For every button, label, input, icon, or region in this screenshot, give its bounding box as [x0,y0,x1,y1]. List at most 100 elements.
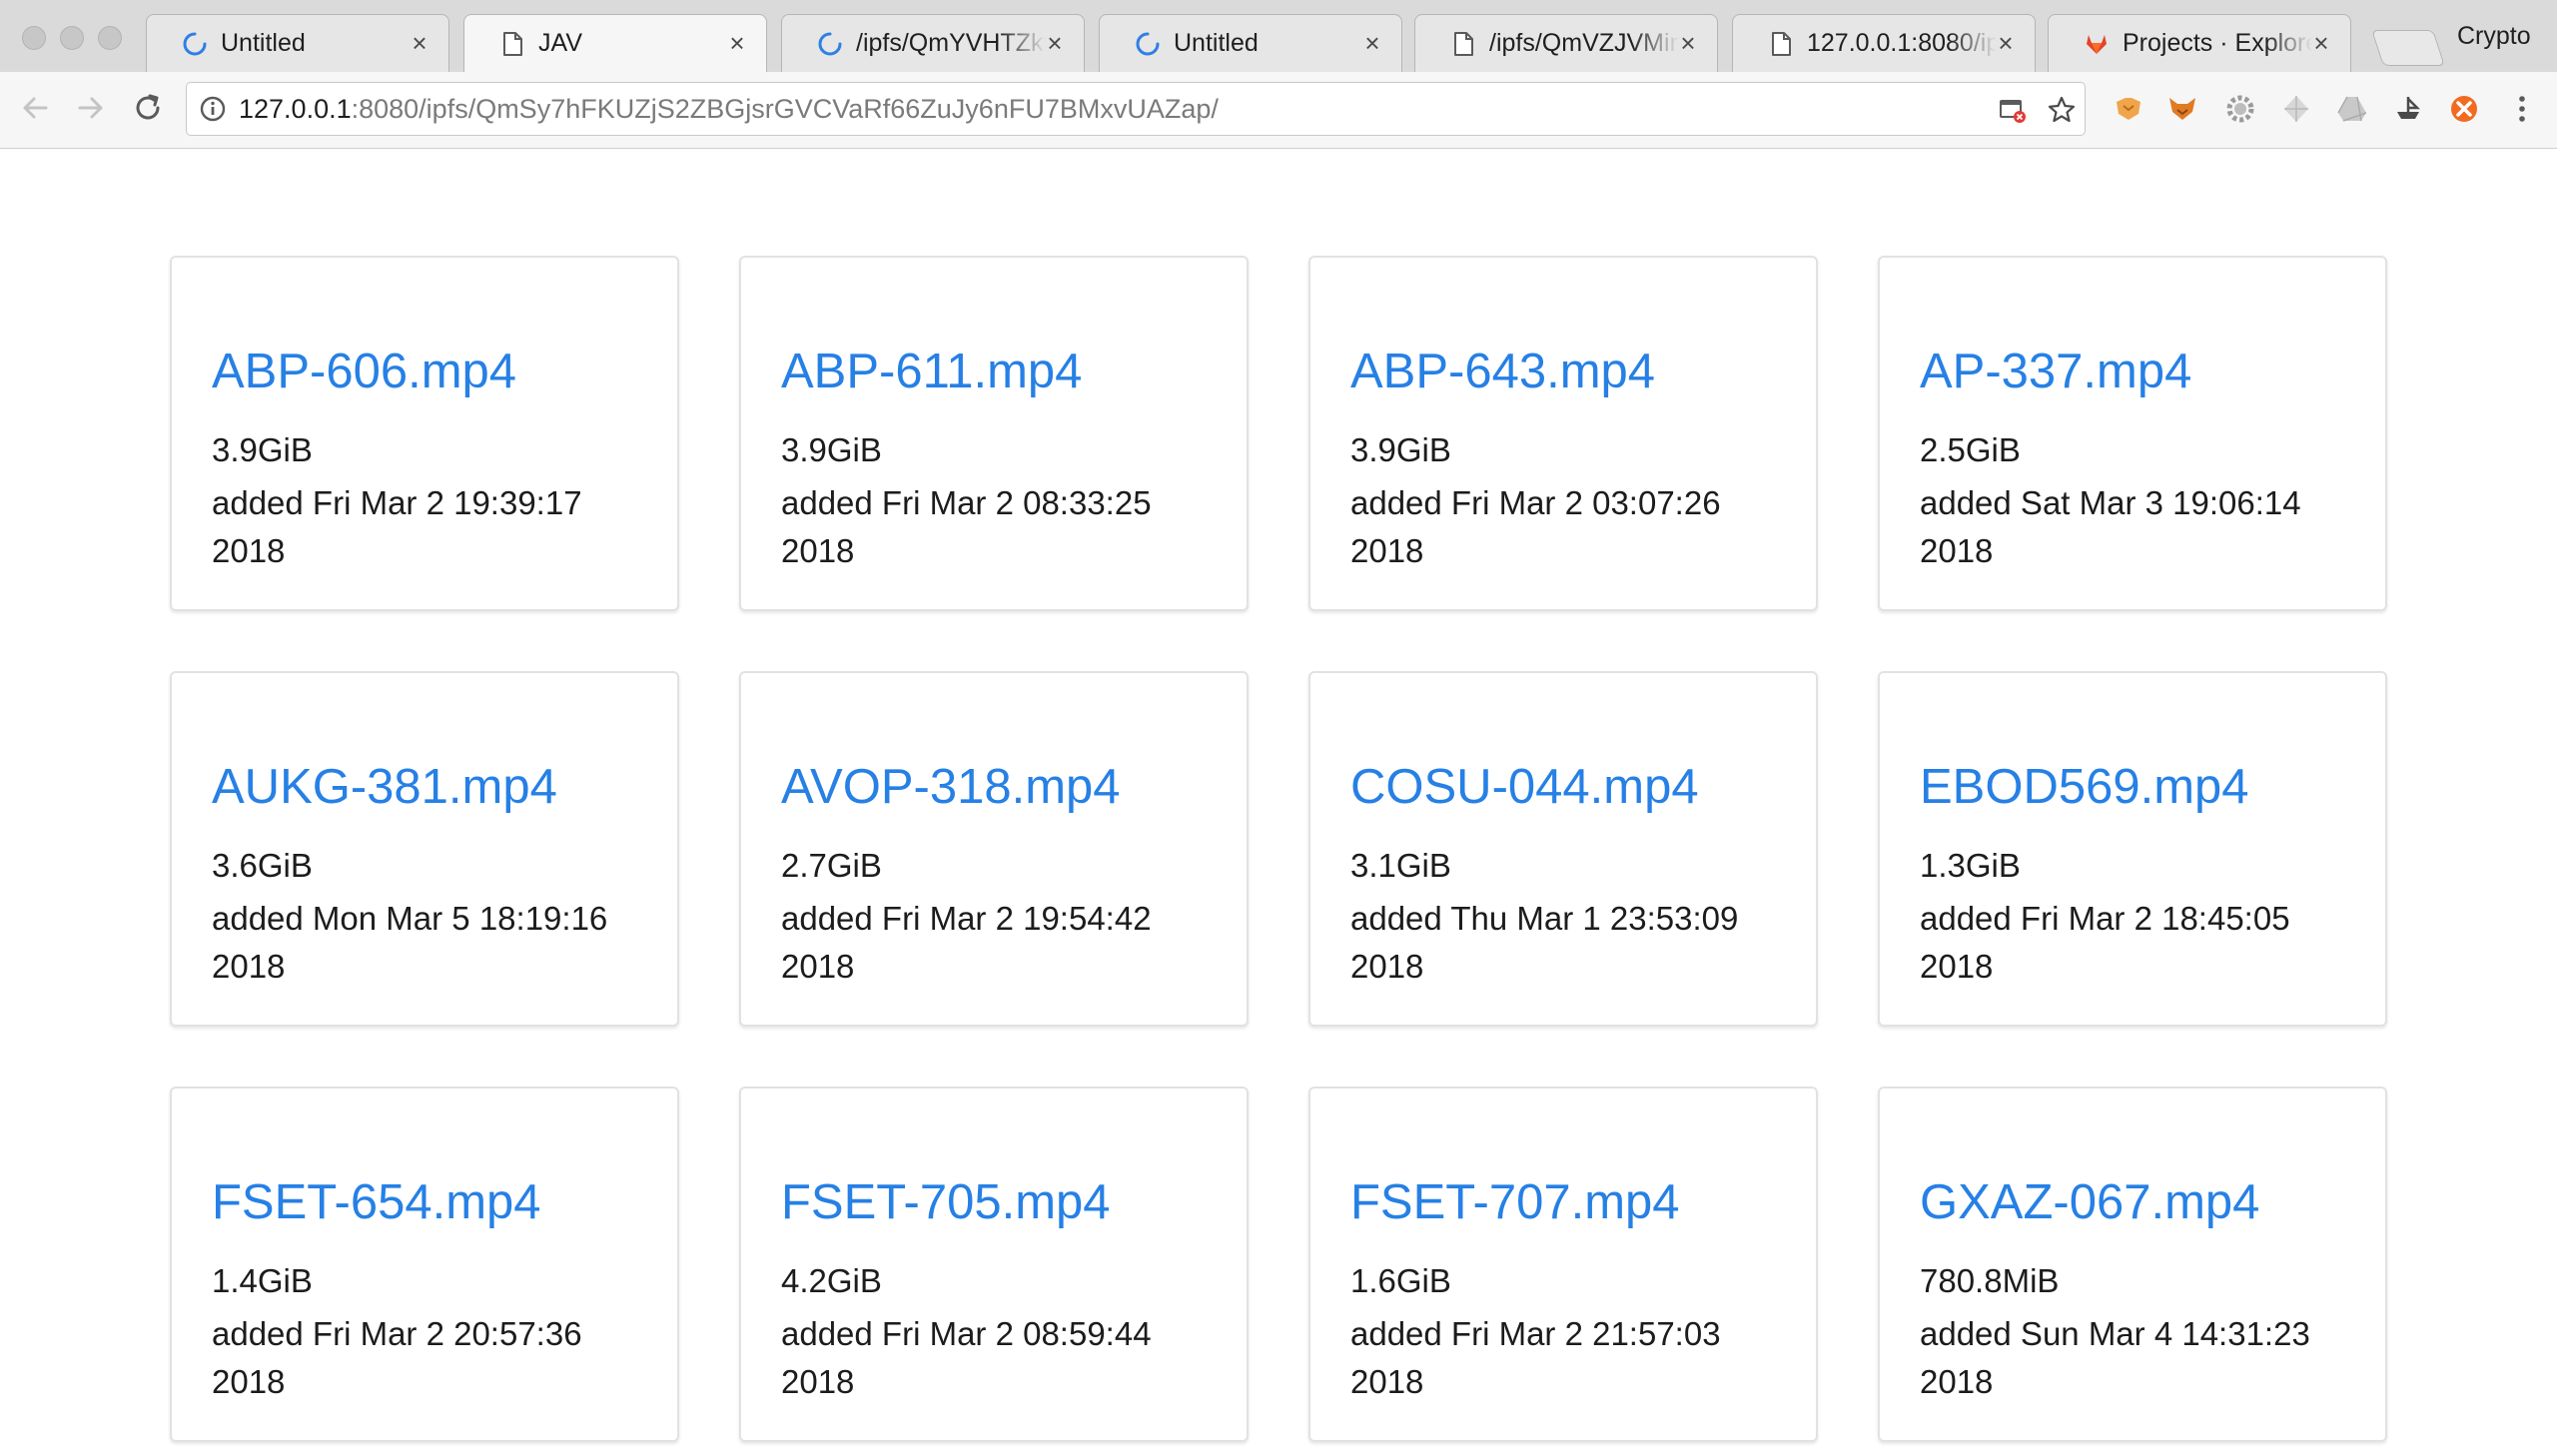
info-icon[interactable] [199,95,227,123]
file-added-date: added Fri Mar 2 18:45:05 2018 [1920,900,2290,985]
tab-close-icon[interactable]: × [1359,29,1385,57]
file-added-date: added Thu Mar 1 23:53:09 2018 [1350,900,1739,985]
file-added-date: added Sat Mar 3 19:06:14 2018 [1920,484,2301,569]
document-icon [503,32,522,56]
loading-spinner-icon [183,32,207,56]
window-zoom-button[interactable] [98,26,122,50]
file-link[interactable]: ABP-611.mp4 [781,344,1082,399]
file-added-date: added Fri Mar 2 08:33:25 2018 [781,484,1152,569]
tab-close-icon[interactable]: × [724,29,750,57]
tab-title: Untitled [1174,29,1259,57]
back-arrow-icon[interactable] [16,88,56,128]
file-link[interactable]: ABP-606.mp4 [212,344,516,399]
document-icon [1772,32,1791,56]
file-link[interactable]: ABP-643.mp4 [1350,344,1655,399]
file-added-date: added Mon Mar 5 18:19:16 2018 [212,900,608,985]
file-card: EBOD569.mp4 1.3GiB added Fri Mar 2 18:45:0… [1878,671,2387,1027]
fox-icon[interactable] [2165,92,2199,126]
document-icon [1454,32,1473,56]
profile-name[interactable]: Crypto [2457,22,2531,51]
file-added-date: added Fri Mar 2 21:57:03 2018 [1350,1315,1721,1400]
window-minimize-button[interactable] [60,26,84,50]
file-added-date: added Fri Mar 2 19:39:17 2018 [212,484,582,569]
file-link[interactable]: AP-337.mp4 [1920,344,2191,399]
tab-close-icon[interactable]: × [1993,29,2019,57]
tab-close-icon[interactable]: × [1675,29,1701,57]
orange-extension-icon[interactable] [2447,92,2481,126]
loading-spinner-icon [818,32,842,56]
file-size: 3.6GiB [212,847,313,884]
file-card: FSET-654.mp4 1.4GiB added Fri Mar 2 20:57:… [170,1087,679,1442]
file-card: COSU-044.mp4 3.1GiB added Thu Mar 1 23:53:… [1308,671,1818,1027]
file-size: 1.6GiB [1350,1262,1451,1299]
menu-kebab-icon[interactable] [2505,92,2539,126]
new-tab-button[interactable] [2371,30,2445,66]
file-card: AUKG-381.mp4 3.6GiB added Mon Mar 5 18:19:… [170,671,679,1027]
file-added-date: added Fri Mar 2 03:07:26 2018 [1350,484,1721,569]
file-size: 2.7GiB [781,847,882,884]
drive-icon[interactable] [2335,92,2369,126]
tab-title: 127.0.0.1:8080/ipfs [1807,29,1997,57]
bookmark-star-icon[interactable] [2047,95,2077,125]
file-link[interactable]: FSET-654.mp4 [212,1174,541,1230]
browser-tab[interactable]: Untitled × [1099,14,1402,72]
file-card: ABP-643.mp4 3.9GiB added Fri Mar 2 03:07:2… [1308,256,1818,611]
tab-close-icon[interactable]: × [2308,29,2334,57]
metamask-icon[interactable] [2112,92,2145,126]
tab-title: /ipfs/QmVZJVMinU [1489,29,1679,57]
tab-close-icon[interactable]: × [407,29,432,57]
diamond-extension-icon[interactable] [2279,92,2313,126]
file-card: ABP-611.mp4 3.9GiB added Fri Mar 2 08:33:2… [739,256,1249,611]
loading-spinner-icon [1136,32,1160,56]
file-card: ABP-606.mp4 3.9GiB added Fri Mar 2 19:39:1… [170,256,679,611]
file-size: 3.9GiB [781,431,882,468]
tab-title: Untitled [221,29,306,57]
file-size: 3.1GiB [1350,847,1451,884]
gitlab-icon [2087,35,2107,54]
url-host: 127.0.0.1 [239,94,352,124]
url-path: :8080/ipfs/QmSy7hFKUZjS2ZBGjsrGVCVaRf66Z… [351,94,1219,124]
file-size: 3.9GiB [1350,431,1451,468]
address-bar[interactable]: 127.0.0.1:8080/ipfs/QmSy7hFKUZjS2ZBGjsrG… [186,82,2086,136]
tab-close-icon[interactable]: × [1042,29,1068,57]
file-card: AVOP-318.mp4 2.7GiB added Fri Mar 2 19:54:… [739,671,1249,1027]
browser-tab[interactable]: 127.0.0.1:8080/ipfs× [1732,14,2036,72]
address-url[interactable]: 127.0.0.1:8080/ipfs/QmSy7hFKUZjS2ZBGjsrG… [239,94,1219,125]
file-size: 1.4GiB [212,1262,313,1299]
tab-title: JAV [538,29,582,57]
file-card: FSET-707.mp4 1.6GiB added Fri Mar 2 21:57:… [1308,1087,1818,1442]
file-size: 2.5GiB [1920,431,2021,468]
browser-tab[interactable]: JAV × [463,14,767,73]
page-content: ABP-606.mp4 3.9GiB added Fri Mar 2 19:39:1… [0,149,2557,1456]
file-link[interactable]: FSET-705.mp4 [781,1174,1111,1230]
browser-tab[interactable]: /ipfs/QmVZJVMinU× [1414,14,1718,72]
file-size: 780.8MiB [1920,1262,2060,1299]
file-added-date: added Fri Mar 2 19:54:42 2018 [781,900,1152,985]
file-link[interactable]: COSU-044.mp4 [1350,759,1699,815]
browser-tab[interactable]: Projects · Explore × [2048,14,2351,72]
reload-icon[interactable] [128,88,168,128]
browser-tab[interactable]: Untitled × [146,14,449,72]
file-added-date: added Fri Mar 2 08:59:44 2018 [781,1315,1152,1400]
file-link[interactable]: FSET-707.mp4 [1350,1174,1680,1230]
tab-title: /ipfs/QmYVHTZkfv [856,29,1046,57]
file-link[interactable]: EBOD569.mp4 [1920,759,2249,815]
tab-strip: Untitled × JAV ×/ipfs/QmYVHTZkfv × Untitled × /… [0,0,2557,73]
file-added-date: added Sun Mar 4 14:31:23 2018 [1920,1315,2310,1400]
blocked-popup-icon[interactable] [1997,95,2027,125]
file-card: AP-337.mp4 2.5GiB added Sat Mar 3 19:06:14… [1878,256,2387,611]
window-close-button[interactable] [22,26,46,50]
forward-arrow-icon[interactable] [70,88,110,128]
file-size: 3.9GiB [212,431,313,468]
file-link[interactable]: GXAZ-067.mp4 [1920,1174,2259,1230]
file-size: 1.3GiB [1920,847,2021,884]
file-link[interactable]: AVOP-318.mp4 [781,759,1121,815]
browser-toolbar: 127.0.0.1:8080/ipfs/QmSy7hFKUZjS2ZBGjsrG… [0,72,2557,149]
tab-title: Projects · Explore [2123,29,2312,57]
gear-extension-icon[interactable] [2223,92,2257,126]
file-added-date: added Fri Mar 2 20:57:36 2018 [212,1315,582,1400]
file-link[interactable]: AUKG-381.mp4 [212,759,557,815]
ship-icon[interactable] [2391,92,2425,126]
file-card: GXAZ-067.mp4 780.8MiB added Sun Mar 4 14:3… [1878,1087,2387,1442]
browser-tab[interactable]: /ipfs/QmYVHTZkfv × [781,14,1085,72]
